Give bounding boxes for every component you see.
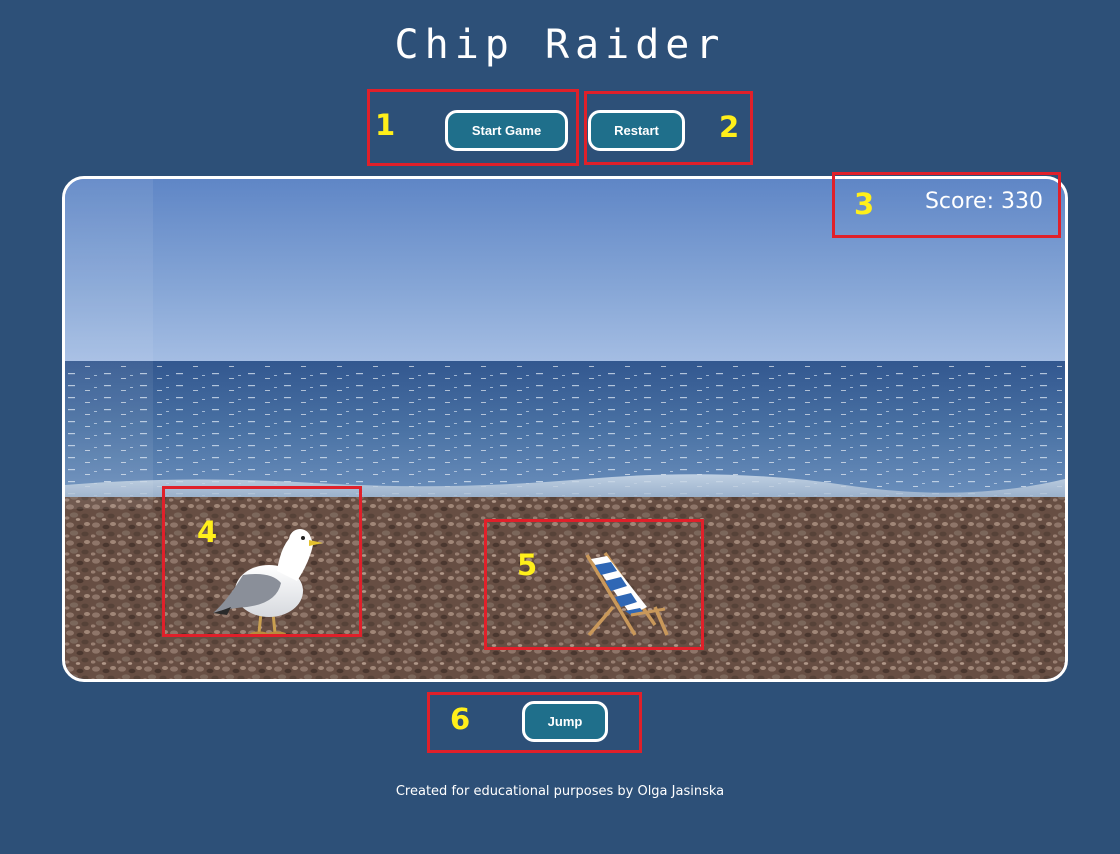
start-game-button[interactable]: Start Game [445, 110, 568, 151]
annotation-number-jump: 6 [450, 702, 471, 736]
annotation-number-obstacle: 5 [517, 548, 538, 582]
annotation-number-player: 4 [197, 515, 218, 549]
jump-button[interactable]: Jump [522, 701, 608, 742]
annotation-number-score: 3 [854, 187, 875, 221]
annotation-number-start: 1 [375, 108, 396, 142]
annotation-box-player [162, 486, 362, 637]
annotation-box-obstacle [484, 519, 704, 650]
footer-credit: Created for educational purposes by Olga… [395, 784, 725, 799]
restart-button[interactable]: Restart [588, 110, 685, 151]
game-title: Chip Raider [394, 22, 726, 68]
annotation-number-restart: 2 [719, 110, 740, 144]
